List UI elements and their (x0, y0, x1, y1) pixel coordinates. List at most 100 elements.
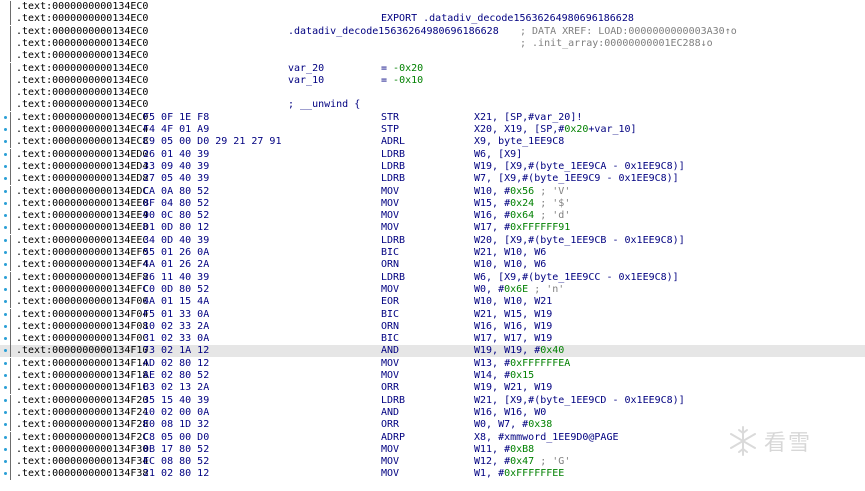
mnemonic: MOV (381, 456, 400, 468)
line-label[interactable]: ; __unwind { (288, 99, 360, 111)
listing-line[interactable]: .text:0000000000134F08 10 02 33 2A ORN W16,… (0, 320, 865, 333)
opcode-bytes: B3 02 13 2A (143, 382, 210, 394)
listing-line[interactable]: .text:0000000000134EC4 F4 4F 01 A9 STP X20,… (0, 124, 865, 136)
line-address: .text:0000000000134EC0 (16, 62, 149, 74)
line-address: .text:0000000000134F00 (16, 296, 149, 308)
breakpoint-dot-icon[interactable] (4, 423, 7, 427)
breakpoint-dot-icon[interactable] (4, 398, 7, 402)
line-label[interactable]: var_10 (288, 75, 324, 87)
listing-line[interactable]: .text:0000000000134EEC 34 0D 40 39 LDRB W20… (0, 234, 865, 247)
operands: W1, #0xFFFFFFEE (474, 468, 565, 480)
opcode-bytes: AD 02 80 12 (143, 357, 210, 369)
opcode-bytes: C0 0D 80 52 (143, 283, 210, 295)
breakpoint-dot-icon[interactable] (4, 226, 7, 230)
listing-line[interactable]: .text:0000000000134EF8 26 11 40 39 LDRB W6,… (0, 271, 865, 284)
listing-line[interactable]: .text:0000000000134F04 F5 01 33 0A BIC W21,… (0, 308, 865, 321)
segment-divider (10, 357, 11, 370)
breakpoint-dot-icon[interactable] (4, 361, 7, 365)
listing-line[interactable]: .text:0000000000134F14 AD 02 80 12 MOV W13,… (0, 357, 865, 370)
breakpoint-dot-icon[interactable] (4, 115, 7, 119)
breakpoint-dot-icon[interactable] (4, 349, 7, 353)
breakpoint-dot-icon[interactable] (4, 201, 7, 205)
listing-line[interactable]: .text:0000000000134ED0 26 01 40 39 LDRB W6,… (0, 148, 865, 161)
segment-divider (10, 210, 11, 223)
opcode-bytes: C8 05 00 D0 (143, 431, 210, 443)
opcode-bytes: C9 05 00 D0 29 21 27 91 (143, 136, 282, 148)
mnemonic: ADRL (381, 136, 406, 148)
listing-line[interactable]: .text:0000000000134F00 4A 01 15 4A EOR W10,… (0, 296, 865, 309)
breakpoint-dot-icon[interactable] (4, 177, 7, 181)
listing-line[interactable]: .text:0000000000134F24 10 02 00 0A AND W16,… (0, 406, 865, 419)
listing-line[interactable]: .text:0000000000134EFC C0 0D 80 52 MOV W0, … (0, 283, 865, 296)
listing-line[interactable]: .text:0000000000134F18 AE 02 80 52 MOV W14,… (0, 370, 865, 382)
listing-line[interactable]: .text:0000000000134EC0 .datadiv_decode156… (0, 25, 865, 38)
mnemonic: BIC (381, 247, 400, 258)
breakpoint-dot-icon[interactable] (4, 460, 7, 464)
mnemonic: STP (381, 124, 400, 135)
line-address: .text:0000000000134EC4 (16, 124, 149, 135)
breakpoint-dot-icon[interactable] (4, 324, 7, 328)
mnemonic: MOV (381, 185, 400, 197)
line-address: .text:0000000000134F30 (16, 443, 149, 455)
listing-line[interactable]: .text:0000000000134EDC CA 0A 80 52 MOV W10,… (0, 185, 865, 198)
listing-line[interactable]: .text:0000000000134EC0 EXPORT .datadiv_de… (0, 13, 865, 26)
listing-line[interactable]: .text:0000000000134F38 21 02 80 12 MOV W1, … (0, 468, 865, 481)
listing-line[interactable]: .text:0000000000134ED8 27 05 40 39 LDRB W7,… (0, 173, 865, 186)
listing-line[interactable]: .text:0000000000134F0C 31 02 33 0A BIC W17,… (0, 333, 865, 346)
breakpoint-dot-icon[interactable] (4, 472, 7, 476)
operands: W6, [X9] (474, 148, 523, 160)
listing-line[interactable]: .text:0000000000134EC0 var_20 = -0x20 (0, 62, 865, 75)
breakpoint-dot-icon[interactable] (4, 300, 7, 304)
breakpoint-dot-icon[interactable] (4, 275, 7, 279)
breakpoint-dot-icon[interactable] (4, 287, 7, 291)
breakpoint-dot-icon[interactable] (4, 312, 7, 316)
listing-line[interactable]: .text:0000000000134F1C B3 02 13 2A ORR W19,… (0, 382, 865, 395)
listing-line[interactable]: .text:0000000000134EF4 4A 01 26 2A ORN W10,… (0, 259, 865, 272)
line-address: .text:0000000000134EC0 (16, 111, 149, 123)
breakpoint-dot-icon[interactable] (4, 374, 7, 377)
opcode-bytes: AE 02 80 52 (143, 370, 210, 381)
listing-line[interactable]: .text:0000000000134EC0 F5 0F 1E F8 STR X21,… (0, 111, 865, 124)
listing-line[interactable]: .text:0000000000134F20 35 15 40 39 LDRB W21… (0, 394, 865, 407)
listing-line[interactable]: .text:0000000000134EF0 55 01 26 0A BIC W21,… (0, 247, 865, 259)
listing-line[interactable]: .text:0000000000134EE8 D1 0D 80 12 MOV W17,… (0, 222, 865, 235)
disassembly-view[interactable]: .text:0000000000134EC0 .text:000000000013… (0, 0, 865, 491)
line-address: .text:0000000000134EC0 (16, 99, 149, 111)
mnemonic: ORN (381, 259, 400, 271)
breakpoint-dot-icon[interactable] (4, 435, 7, 439)
segment-divider (10, 247, 11, 259)
breakpoint-dot-icon[interactable] (4, 410, 7, 414)
listing-line[interactable]: .text:0000000000134EC0 (0, 1, 865, 13)
listing-line[interactable]: .text:0000000000134EC0 ; .init_array:0000… (0, 37, 865, 50)
breakpoint-dot-icon[interactable] (4, 140, 7, 144)
breakpoint-dot-icon[interactable] (4, 251, 7, 254)
listing-line[interactable]: .text:0000000000134EC0 (0, 87, 865, 100)
operands: W21, [X9,#(byte_1EE9CD - 0x1EE9C8)] (474, 394, 685, 406)
breakpoint-dot-icon[interactable] (4, 238, 7, 242)
breakpoint-dot-icon[interactable] (4, 263, 7, 267)
listing-line[interactable]: .text:0000000000134EC0 ; __unwind { (0, 99, 865, 112)
listing-line[interactable]: .text:0000000000134F10 73 02 1A 12 AND W19,… (0, 345, 865, 358)
line-label[interactable]: var_20 (288, 63, 324, 75)
segment-divider (10, 124, 11, 136)
breakpoint-dot-icon[interactable] (4, 337, 7, 341)
breakpoint-dot-icon[interactable] (4, 214, 7, 218)
line-address: .text:0000000000134F38 (16, 468, 149, 480)
operands: W16, W16, W19 (474, 320, 553, 332)
listing-line[interactable]: .text:0000000000134EE0 8F 04 80 52 MOV W15,… (0, 197, 865, 210)
mnemonic: AND (381, 406, 400, 418)
listing-line[interactable]: .text:0000000000134EC0 var_10 = -0x10 (0, 74, 865, 87)
breakpoint-dot-icon[interactable] (4, 386, 7, 390)
line-address: .text:0000000000134EE4 (16, 210, 149, 222)
breakpoint-dot-icon[interactable] (4, 447, 7, 451)
line-address: .text:0000000000134ED4 (16, 160, 149, 172)
breakpoint-dot-icon[interactable] (4, 189, 7, 193)
breakpoint-dot-icon[interactable] (4, 128, 7, 131)
breakpoint-dot-icon[interactable] (4, 164, 7, 168)
listing-line[interactable]: .text:0000000000134ED4 33 09 40 39 LDRB W19… (0, 160, 865, 173)
line-label[interactable]: .datadiv_decode15636264980696186628 (288, 26, 499, 38)
listing-line[interactable]: .text:0000000000134EC0 (0, 50, 865, 63)
breakpoint-dot-icon[interactable] (4, 152, 7, 156)
listing-line[interactable]: .text:0000000000134EC8 C9 05 00 D0 29 21 … (0, 136, 865, 149)
listing-line[interactable]: .text:0000000000134EE4 90 0C 80 52 MOV W16,… (0, 210, 865, 223)
